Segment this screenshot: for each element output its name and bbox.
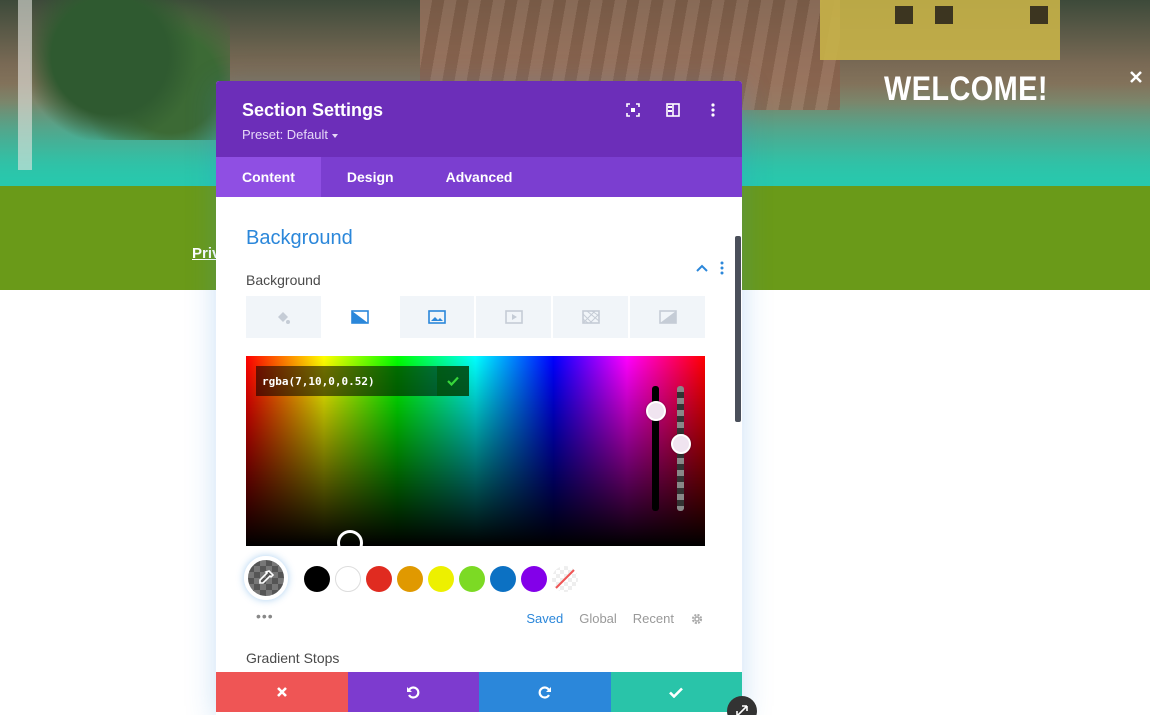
house-window [935,6,953,24]
pattern-icon [581,310,600,324]
eyedropper-icon [259,570,275,584]
palette-tab-recent[interactable]: Recent [633,611,674,626]
tab-content[interactable]: Content [216,157,321,197]
preset-dropdown[interactable]: Preset: Default [242,127,716,142]
background-label: Background [246,272,321,288]
image-tab[interactable] [399,296,477,338]
gradient-stops-label: Gradient Stops [246,650,340,666]
swatch-orange[interactable] [397,566,423,592]
pattern-tab[interactable] [553,296,631,338]
swatch-transparent[interactable] [552,566,578,592]
house-window [895,6,913,24]
resize-icon [736,705,748,715]
trees-image [30,0,230,140]
redo-button[interactable] [479,672,611,712]
cancel-button[interactable] [216,672,348,712]
house-window [1030,6,1048,24]
gradient-tab[interactable] [322,296,400,338]
video-tab[interactable] [476,296,554,338]
swatch-red[interactable] [366,566,392,592]
modal-header: Section Settings Preset: Default [216,81,742,157]
modal-tabs: Content Design Advanced [216,157,742,197]
save-check-icon [669,687,684,698]
mask-icon [658,310,677,324]
modal-scrollbar[interactable] [735,236,741,422]
eyedropper-button[interactable] [244,556,288,600]
more-vertical-icon[interactable] [704,101,722,119]
section-settings-modal: Section Settings Preset: Default Content… [216,81,742,715]
swatch-black[interactable] [304,566,330,592]
no-color-icon [555,569,575,589]
modal-footer [216,672,742,712]
more-colors-icon[interactable]: ••• [256,608,274,624]
color-fill-tab[interactable] [246,296,323,338]
section-title[interactable]: Background [246,227,712,250]
pole-image [18,0,32,170]
background-type-tabs [246,296,705,338]
tab-design[interactable]: Design [321,157,420,197]
preset-label: Preset: Default [242,127,328,142]
image-icon [428,310,446,324]
swatch-yellow[interactable] [428,566,454,592]
welcome-heading: WELCOME! [884,70,1048,108]
caret-down-icon [332,133,338,138]
color-value-box [256,366,469,396]
mask-tab[interactable] [630,296,705,338]
redo-icon [538,686,551,699]
palette-tab-saved[interactable]: Saved [526,611,563,626]
confirm-color-button[interactable] [437,366,469,396]
page: WELCOME! Priv Section Settings Preset: D… [0,0,1150,715]
color-value-input[interactable] [256,374,437,388]
chevron-up-icon[interactable] [696,264,708,272]
swatch-blue[interactable] [490,566,516,592]
swatch-purple[interactable] [521,566,547,592]
cancel-icon [276,687,287,697]
gradient-icon [351,310,370,324]
swatch-white[interactable] [335,566,361,592]
tab-advanced[interactable]: Advanced [420,157,539,197]
close-x-icon[interactable] [1129,70,1143,84]
split-view-icon[interactable] [664,101,682,119]
undo-icon [407,686,420,699]
opacity-slider-handle[interactable] [671,434,691,454]
undo-button[interactable] [347,672,479,712]
color-picker-field[interactable] [246,356,705,556]
color-fill-icon [278,312,291,324]
swatch-green[interactable] [459,566,485,592]
more-vertical-icon[interactable] [720,261,724,275]
save-button[interactable] [610,672,742,712]
color-swatches: ••• Saved Global Recent [244,556,712,626]
resize-handle[interactable] [727,696,757,715]
video-icon [505,310,523,324]
hue-slider-handle[interactable] [646,401,666,421]
modal-body: Background Background rgba(7,10,0,0.52) … [216,227,742,626]
gear-icon[interactable] [690,612,704,626]
color-picker-handle[interactable] [337,530,363,556]
palette-tab-global[interactable]: Global [579,611,617,626]
focus-icon[interactable] [624,101,642,119]
check-icon [447,376,459,386]
